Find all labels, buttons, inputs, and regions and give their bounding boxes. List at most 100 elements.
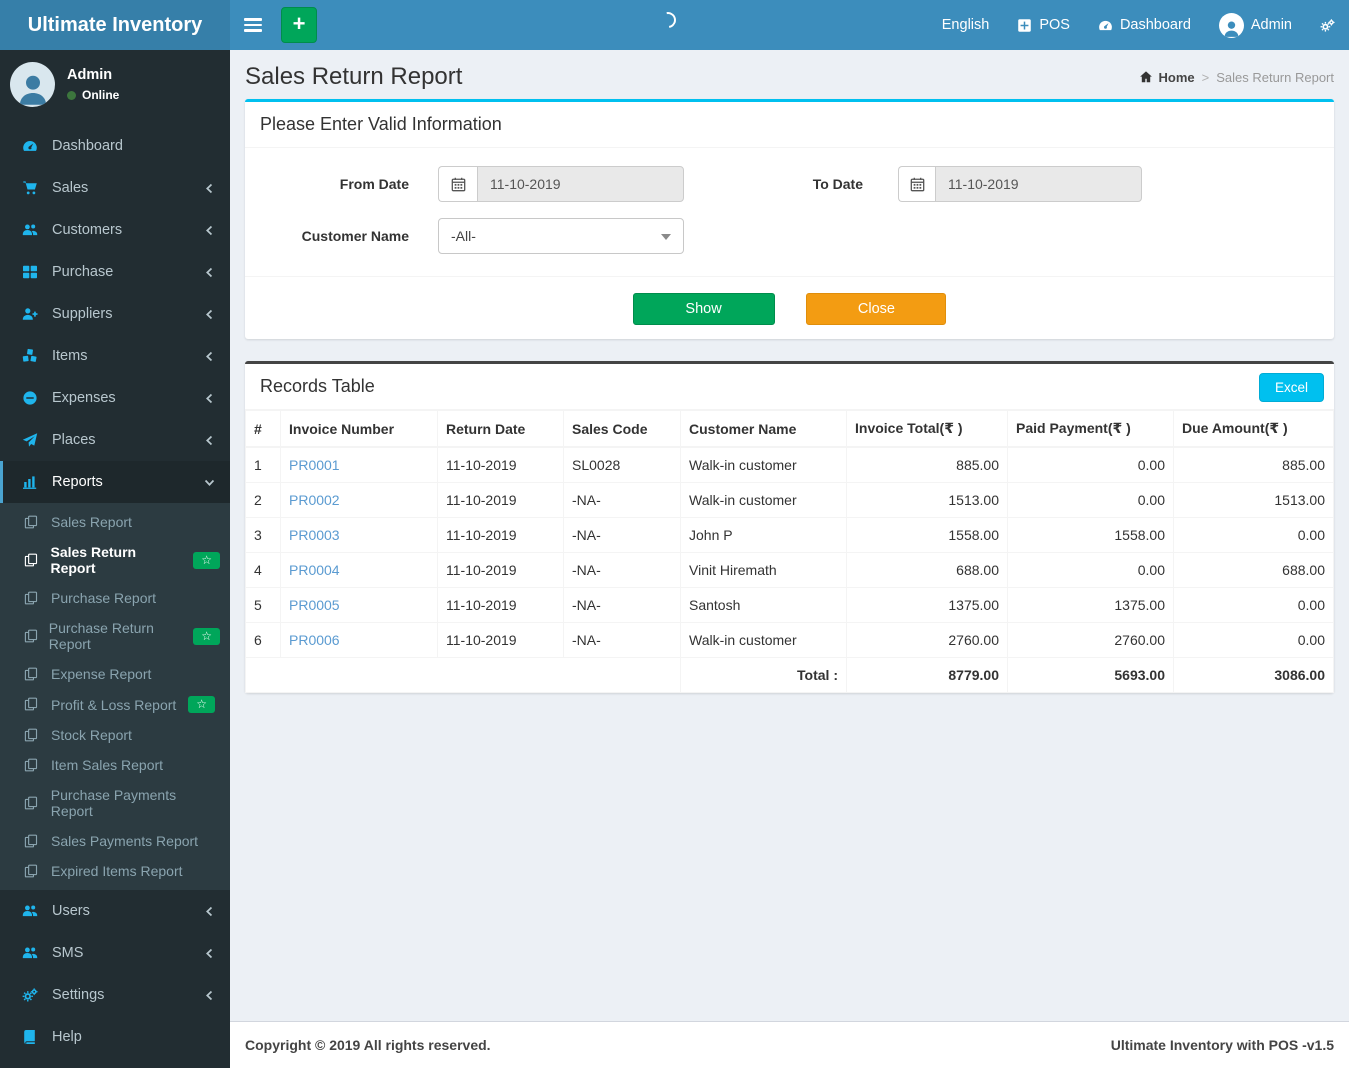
sidebar-item[interactable]: Settings <box>0 974 230 1016</box>
sales-code: -NA- <box>563 517 681 553</box>
sidebar-item[interactable]: Items <box>0 335 230 377</box>
column-header: Customer Name <box>680 410 847 448</box>
copy-icon <box>24 758 42 773</box>
sales-code: -NA- <box>563 587 681 623</box>
column-header: Invoice Number <box>280 410 438 448</box>
due-amount: 0.00 <box>1173 587 1334 623</box>
invoice-link[interactable]: PR0003 <box>289 527 340 543</box>
user-menu[interactable]: Admin <box>1205 0 1306 50</box>
sidebar-item[interactable]: Purchase <box>0 251 230 293</box>
page-footer: Copyright © 2019 All rights reserved. Ul… <box>230 1021 1349 1068</box>
calendar-icon[interactable] <box>898 166 935 202</box>
table-row: 2 PR0002 11-10-2019 -NA- Walk-in custome… <box>245 482 1334 518</box>
report-submenu-item[interactable]: Stock Report <box>0 720 230 750</box>
cart-icon <box>22 180 42 196</box>
invoice-link[interactable]: PR0005 <box>289 597 340 613</box>
pos-menu[interactable]: POS <box>1003 0 1084 50</box>
report-submenu-item[interactable]: Expired Items Report <box>0 856 230 886</box>
sidebar-item[interactable]: Suppliers <box>0 293 230 335</box>
cubes-icon <box>22 348 42 364</box>
total-row: Total : 8779.00 5693.00 3086.00 <box>245 657 1334 693</box>
users-icon <box>22 222 42 238</box>
copy-icon <box>24 697 42 712</box>
report-submenu-item[interactable]: Purchase Return Report ☆ <box>0 613 230 659</box>
sidebar-item[interactable]: Places <box>0 419 230 461</box>
calendar-icon[interactable] <box>438 166 477 202</box>
home-icon <box>1139 70 1153 84</box>
copy-icon <box>24 796 42 811</box>
breadcrumb: Home > Sales Return Report <box>1139 70 1334 85</box>
sidebar-item[interactable]: Customers <box>0 209 230 251</box>
sidebar-item[interactable]: SMS <box>0 932 230 974</box>
filter-panel: Please Enter Valid Information From Date… <box>245 99 1334 339</box>
content-header: Sales Return Report Home > Sales Return … <box>230 50 1349 99</box>
total-invoice: 8779.00 <box>846 657 1008 693</box>
chevron-left-icon <box>204 225 215 236</box>
add-button[interactable]: + <box>281 7 317 43</box>
brand-logo[interactable]: Ultimate Inventory <box>0 0 230 50</box>
records-table: # Invoice Number Return Date Sales Code Cust… <box>245 410 1334 693</box>
sales-code: -NA- <box>563 552 681 588</box>
close-button[interactable]: Close <box>806 293 947 325</box>
customer-select[interactable]: -All- <box>438 218 684 254</box>
report-submenu-item[interactable]: Purchase Report <box>0 583 230 613</box>
return-date: 11-10-2019 <box>437 587 564 623</box>
row-number: 6 <box>245 622 281 658</box>
tachometer-icon <box>22 138 42 154</box>
sidebar-item[interactable]: Sales <box>0 167 230 209</box>
avatar[interactable] <box>10 62 55 107</box>
invoice-total: 1558.00 <box>846 517 1008 553</box>
cogs-icon <box>1320 18 1335 33</box>
report-submenu-item[interactable]: Purchase Payments Report <box>0 780 230 826</box>
copy-icon <box>24 864 42 879</box>
report-submenu-item[interactable]: Item Sales Report <box>0 750 230 780</box>
row-number: 3 <box>245 517 281 553</box>
invoice-total: 885.00 <box>846 446 1008 483</box>
copy-icon <box>24 667 42 682</box>
table-row: 1 PR0001 11-10-2019 SL0028 Walk-in custo… <box>245 446 1334 483</box>
row-number: 5 <box>245 587 281 623</box>
invoice-total: 688.00 <box>846 552 1008 588</box>
sidebar-item[interactable]: Dashboard <box>0 125 230 167</box>
user-icon <box>15 71 51 107</box>
customer-name: Walk-in customer <box>680 482 847 518</box>
table-body: 1 PR0001 11-10-2019 SL0028 Walk-in custo… <box>245 446 1334 658</box>
sidebar-item-reports[interactable]: Reports <box>0 461 230 503</box>
invoice-link[interactable]: PR0006 <box>289 632 340 648</box>
sidebar-item[interactable]: Users <box>0 890 230 932</box>
star-badge: ☆ <box>193 627 220 645</box>
menu-icon[interactable] <box>230 0 275 50</box>
invoice-link[interactable]: PR0001 <box>289 457 340 473</box>
from-date-input[interactable] <box>477 166 684 202</box>
sidebar-item[interactable]: Expenses <box>0 377 230 419</box>
breadcrumb-home[interactable]: Home <box>1139 70 1195 85</box>
dashboard-menu[interactable]: Dashboard <box>1084 0 1205 50</box>
reports-submenu: Sales Report Sales Return Report ☆ Purch… <box>0 503 230 890</box>
column-header: # <box>245 410 281 448</box>
report-submenu-item[interactable]: Sales Return Report ☆ <box>0 537 230 583</box>
sidebar-menu-top: Dashboard Sales Customers Purchase Suppl… <box>0 125 230 461</box>
users-icon <box>22 903 42 919</box>
excel-export-button[interactable]: Excel <box>1258 373 1324 402</box>
column-header: Return Date <box>437 410 564 448</box>
main-header: Ultimate Inventory + English POS Dashboa… <box>0 0 1349 50</box>
settings-menu[interactable] <box>1306 0 1349 50</box>
report-submenu-item[interactable]: Expense Report <box>0 659 230 689</box>
paid-payment: 0.00 <box>1007 552 1174 588</box>
invoice-link[interactable]: PR0004 <box>289 562 340 578</box>
to-date-input[interactable] <box>935 166 1142 202</box>
report-submenu-item[interactable]: Profit & Loss Report ☆ <box>0 689 230 720</box>
sidebar: Admin Online Dashboard Sales Customers P… <box>0 50 230 1068</box>
invoice-link[interactable]: PR0002 <box>289 492 340 508</box>
from-date-label: From Date <box>339 176 409 192</box>
sidebar-item[interactable]: Help <box>0 1016 230 1058</box>
due-amount: 0.00 <box>1173 622 1334 658</box>
report-submenu-item[interactable]: Sales Payments Report <box>0 826 230 856</box>
report-submenu-item[interactable]: Sales Report <box>0 507 230 537</box>
customer-name: Walk-in customer <box>680 446 847 483</box>
return-date: 11-10-2019 <box>437 446 564 483</box>
show-button[interactable]: Show <box>632 293 775 325</box>
language-menu[interactable]: English <box>928 0 1004 50</box>
star-badge: ☆ <box>193 551 220 569</box>
customer-name: Vinit Hiremath <box>680 552 847 588</box>
